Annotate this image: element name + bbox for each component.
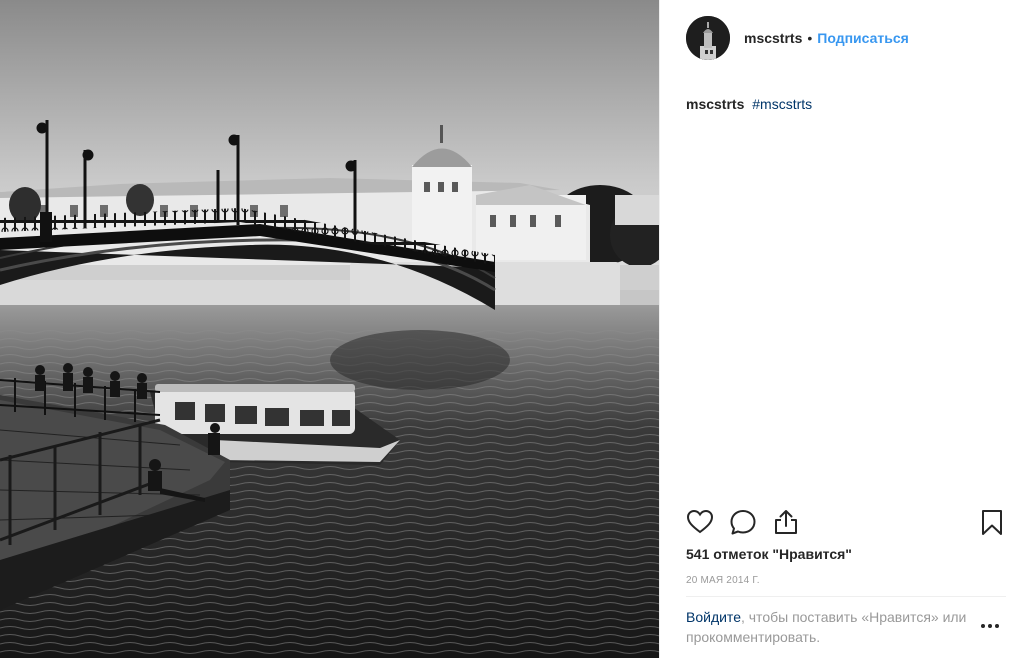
avatar-image bbox=[686, 16, 730, 60]
post-photo[interactable] bbox=[0, 0, 659, 658]
more-options-icon[interactable] bbox=[978, 618, 1002, 634]
bridge-river-photo bbox=[0, 0, 659, 658]
separator-dot: • bbox=[807, 30, 813, 46]
avatar[interactable] bbox=[686, 16, 730, 60]
comment-icon[interactable] bbox=[729, 508, 759, 538]
header-text: mscstrts • Подписаться bbox=[744, 30, 909, 46]
hashtag-link[interactable]: #mscstrts bbox=[752, 96, 812, 112]
follow-button[interactable]: Подписаться bbox=[817, 30, 909, 46]
post-caption: mscstrts #mscstrts bbox=[686, 96, 1006, 112]
post-date: 20 МАЯ 2014 Г. bbox=[686, 575, 760, 586]
divider bbox=[686, 596, 1006, 597]
username-link[interactable]: mscstrts bbox=[744, 30, 802, 46]
action-bar bbox=[686, 508, 1006, 538]
heart-icon[interactable] bbox=[686, 508, 716, 538]
likes-count[interactable]: 541 отметок "Нравится" bbox=[686, 546, 852, 562]
bookmark-icon[interactable] bbox=[978, 508, 1008, 538]
post-header: mscstrts • Подписаться bbox=[686, 16, 1006, 60]
login-link[interactable]: Войдите bbox=[686, 609, 741, 625]
share-icon[interactable] bbox=[772, 508, 802, 538]
caption-username-link[interactable]: mscstrts bbox=[686, 96, 744, 112]
login-prompt: Войдите, чтобы поставить «Нравится» или … bbox=[686, 607, 976, 647]
post-side-panel: mscstrts • Подписаться mscstrts #mscstrt… bbox=[659, 0, 1024, 658]
